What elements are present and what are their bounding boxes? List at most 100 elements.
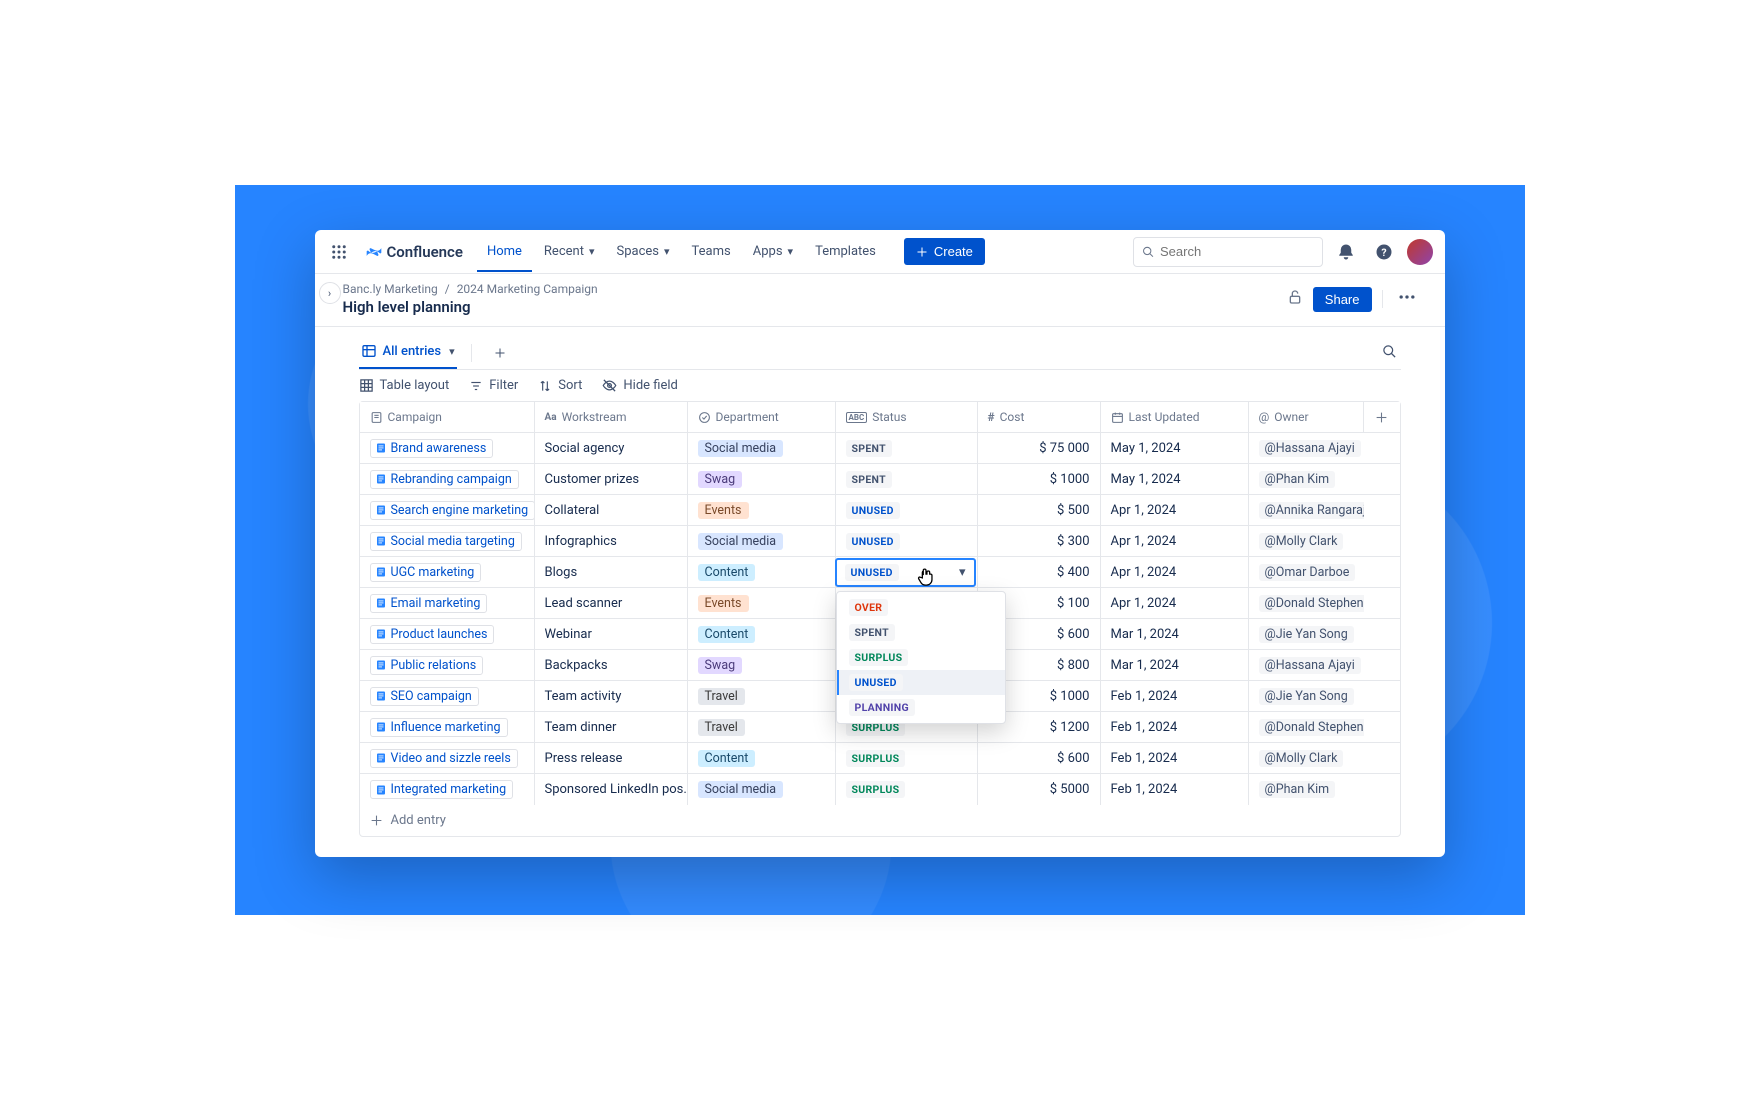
status-option[interactable]: PLANNING xyxy=(837,695,1005,720)
cell-department[interactable]: Travel xyxy=(688,681,836,711)
cell-campaign[interactable]: Brand awareness xyxy=(360,433,535,463)
cell-last-updated[interactable]: Apr 1, 2024 xyxy=(1101,495,1249,525)
campaign-link[interactable]: Search engine marketing xyxy=(370,501,535,520)
cell-workstream[interactable]: Blogs xyxy=(535,557,688,587)
campaign-link[interactable]: Integrated marketing xyxy=(370,780,514,799)
owner-mention[interactable]: @Jie Yan Song xyxy=(1259,626,1354,643)
sort-button[interactable]: Sort xyxy=(538,378,582,393)
search-input[interactable] xyxy=(1133,237,1323,267)
cell-status[interactable]: UNUSED ▾ OVERSPENTSURPLUSUNUSEDPLANNING xyxy=(836,557,978,587)
col-workstream[interactable]: Aa Workstream xyxy=(535,402,688,432)
cell-last-updated[interactable]: Feb 1, 2024 xyxy=(1101,743,1249,773)
nav-recent[interactable]: Recent▾ xyxy=(534,237,605,266)
cell-campaign[interactable]: SEO campaign xyxy=(360,681,535,711)
add-entry-row[interactable]: Add entry xyxy=(360,805,1400,836)
campaign-link[interactable]: Email marketing xyxy=(370,594,488,613)
owner-mention[interactable]: @Molly Clark xyxy=(1259,750,1344,767)
cell-last-updated[interactable]: Feb 1, 2024 xyxy=(1101,774,1249,805)
cell-campaign[interactable]: UGC marketing xyxy=(360,557,535,587)
status-option[interactable]: UNUSED xyxy=(837,670,1005,695)
cell-workstream[interactable]: Lead scanner xyxy=(535,588,688,618)
cell-owner[interactable]: @Donald Stephens xyxy=(1249,712,1364,742)
cell-workstream[interactable]: Team activity xyxy=(535,681,688,711)
cell-department[interactable]: Social media xyxy=(688,433,836,463)
campaign-link[interactable]: Public relations xyxy=(370,656,484,675)
col-campaign[interactable]: Campaign xyxy=(360,402,535,432)
cell-owner[interactable]: @Molly Clark xyxy=(1249,526,1364,556)
cell-last-updated[interactable]: May 1, 2024 xyxy=(1101,433,1249,463)
expand-sidebar-button[interactable]: › xyxy=(319,282,341,304)
cell-last-updated[interactable]: Mar 1, 2024 xyxy=(1101,619,1249,649)
owner-mention[interactable]: @Hassana Ajayi xyxy=(1259,657,1361,674)
create-button[interactable]: Create xyxy=(904,238,985,265)
cell-owner[interactable]: @Hassana Ajayi xyxy=(1249,650,1364,680)
filter-button[interactable]: Filter xyxy=(469,378,518,393)
cell-workstream[interactable]: Press release xyxy=(535,743,688,773)
cell-cost[interactable]: $ 600 xyxy=(978,743,1101,773)
more-actions-icon[interactable] xyxy=(1393,283,1421,315)
cell-campaign[interactable]: Influence marketing xyxy=(360,712,535,742)
col-cost[interactable]: # Cost xyxy=(978,402,1101,432)
cell-workstream[interactable]: Social agency xyxy=(535,433,688,463)
owner-mention[interactable]: @Jie Yan Song xyxy=(1259,688,1354,705)
restrictions-icon[interactable] xyxy=(1287,289,1303,309)
campaign-link[interactable]: Product launches xyxy=(370,625,495,644)
cell-status[interactable]: SURPLUS xyxy=(836,743,978,773)
share-button[interactable]: Share xyxy=(1313,287,1372,312)
cell-department[interactable]: Events xyxy=(688,495,836,525)
table-layout-button[interactable]: Table layout xyxy=(359,378,450,393)
cell-workstream[interactable]: Infographics xyxy=(535,526,688,556)
campaign-link[interactable]: Social media targeting xyxy=(370,532,522,551)
cell-cost[interactable]: $ 300 xyxy=(978,526,1101,556)
col-department[interactable]: Department xyxy=(688,402,836,432)
nav-home[interactable]: Home xyxy=(477,237,532,272)
owner-mention[interactable]: @Hassana Ajayi xyxy=(1259,440,1361,457)
owner-mention[interactable]: @Donald Stephens xyxy=(1259,719,1364,736)
cell-last-updated[interactable]: Feb 1, 2024 xyxy=(1101,681,1249,711)
search-field[interactable] xyxy=(1160,244,1314,259)
cell-status[interactable]: SPENT xyxy=(836,433,978,463)
database-search-icon[interactable] xyxy=(1378,340,1401,367)
owner-mention[interactable]: @Donald Stephens xyxy=(1259,595,1364,612)
cell-campaign[interactable]: Rebranding campaign xyxy=(360,464,535,494)
cell-last-updated[interactable]: Feb 1, 2024 xyxy=(1101,712,1249,742)
col-owner[interactable]: @ Owner xyxy=(1249,402,1364,432)
owner-mention[interactable]: @Molly Clark xyxy=(1259,533,1344,550)
nav-teams[interactable]: Teams xyxy=(682,237,741,266)
breadcrumb-parent[interactable]: 2024 Marketing Campaign xyxy=(457,282,598,296)
cell-cost[interactable]: $ 5000 xyxy=(978,774,1101,805)
cell-department[interactable]: Swag xyxy=(688,650,836,680)
user-avatar[interactable] xyxy=(1407,239,1433,265)
database-view-tab[interactable]: All entries ▾ xyxy=(359,337,457,369)
notifications-icon[interactable] xyxy=(1331,237,1361,267)
cell-owner[interactable]: @Molly Clark xyxy=(1249,743,1364,773)
cell-cost[interactable]: $ 75 000 xyxy=(978,433,1101,463)
cell-status[interactable]: SPENT xyxy=(836,464,978,494)
owner-mention[interactable]: @Phan Kim xyxy=(1259,781,1336,798)
confluence-logo[interactable]: Confluence xyxy=(365,243,463,261)
cell-cost[interactable]: $ 400 xyxy=(978,557,1101,587)
cell-workstream[interactable]: Backpacks xyxy=(535,650,688,680)
cell-department[interactable]: Content xyxy=(688,619,836,649)
cell-last-updated[interactable]: Apr 1, 2024 xyxy=(1101,526,1249,556)
campaign-link[interactable]: Influence marketing xyxy=(370,718,508,737)
cell-department[interactable]: Travel xyxy=(688,712,836,742)
cell-department[interactable]: Events xyxy=(688,588,836,618)
help-icon[interactable]: ? xyxy=(1369,237,1399,267)
cell-campaign[interactable]: Product launches xyxy=(360,619,535,649)
status-select[interactable]: UNUSED ▾ OVERSPENTSURPLUSUNUSEDPLANNING xyxy=(835,558,976,587)
cell-last-updated[interactable]: May 1, 2024 xyxy=(1101,464,1249,494)
cell-campaign[interactable]: Search engine marketing xyxy=(360,495,535,525)
cell-owner[interactable]: @Phan Kim xyxy=(1249,774,1364,805)
cell-department[interactable]: Social media xyxy=(688,526,836,556)
campaign-link[interactable]: Brand awareness xyxy=(370,439,494,458)
campaign-link[interactable]: Video and sizzle reels xyxy=(370,749,518,768)
breadcrumb-space[interactable]: Banc.ly Marketing xyxy=(343,282,438,296)
campaign-link[interactable]: Rebranding campaign xyxy=(370,470,519,489)
cell-owner[interactable]: @Donald Stephens xyxy=(1249,588,1364,618)
campaign-link[interactable]: SEO campaign xyxy=(370,687,479,706)
cell-last-updated[interactable]: Apr 1, 2024 xyxy=(1101,557,1249,587)
cell-workstream[interactable]: Customer prizes xyxy=(535,464,688,494)
cell-owner[interactable]: @Jie Yan Song xyxy=(1249,681,1364,711)
cell-campaign[interactable]: Integrated marketing xyxy=(360,774,535,805)
